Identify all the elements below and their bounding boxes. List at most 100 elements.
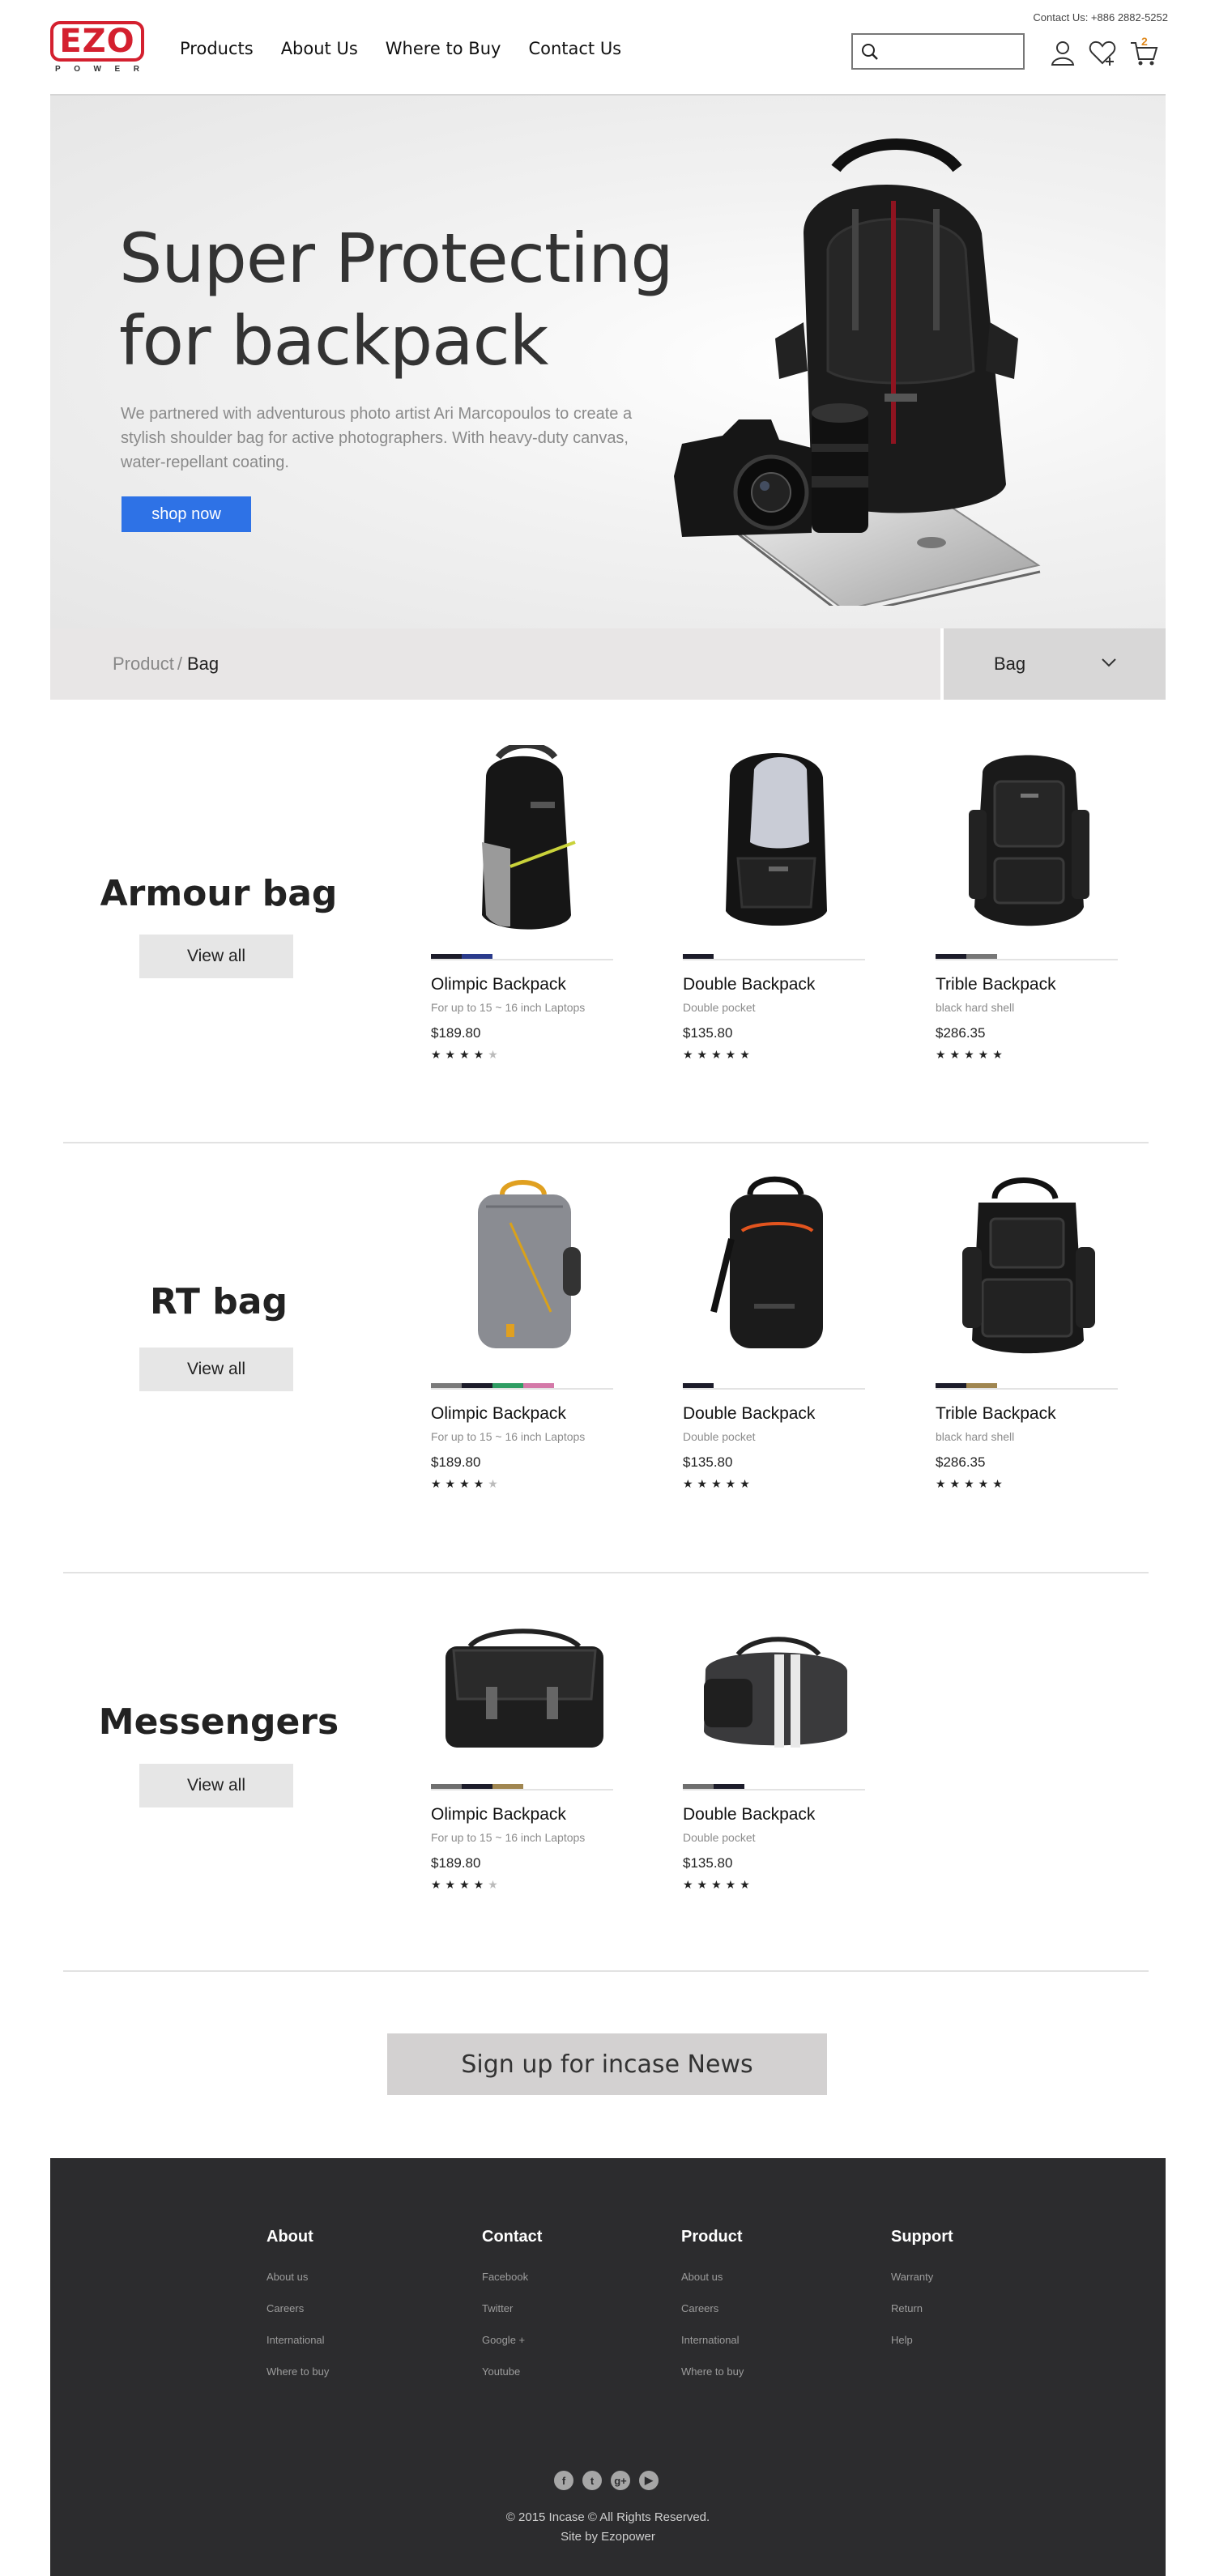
footer-link[interactable]: Help — [891, 2334, 953, 2346]
color-swatch[interactable] — [431, 1784, 462, 1789]
product-subtitle: For up to 15 ~ 16 inch Laptops — [431, 1430, 586, 1443]
copyright-block: © 2015 Incase © All Rights Reserved. Sit… — [50, 2508, 1166, 2547]
color-swatch[interactable] — [523, 1383, 554, 1388]
rating-stars: ★★★★★ — [683, 1878, 754, 1891]
view-all-button[interactable]: View all — [139, 1764, 293, 1807]
product-image[interactable] — [683, 745, 865, 939]
footer-column-title: About — [266, 2228, 313, 2246]
product-name[interactable]: Olimpic Backpack — [431, 1805, 613, 1824]
footer-link[interactable]: International — [266, 2334, 329, 2346]
color-swatch[interactable] — [462, 954, 492, 959]
nav-about-us[interactable]: About Us — [281, 39, 358, 58]
product-name[interactable]: Trible Backpack — [936, 1404, 1118, 1424]
product-image[interactable] — [936, 745, 1118, 939]
color-swatch[interactable] — [936, 1383, 966, 1388]
social-links: f t g+ ▶ — [554, 2471, 659, 2490]
logo-subtitle: P O W E R — [50, 65, 144, 74]
hero-product-image — [674, 138, 1041, 606]
color-swatch[interactable] — [462, 1383, 492, 1388]
cart-count-badge: 2 — [1141, 35, 1148, 48]
newsletter-signup-button[interactable]: Sign up for incase News — [387, 2033, 827, 2095]
product-card[interactable]: Double Backpack Double pocket $135.80 ★★… — [683, 1612, 865, 1892]
color-swatch[interactable] — [966, 954, 997, 959]
cart-button[interactable]: 2 — [1129, 35, 1158, 67]
product-image[interactable] — [683, 1174, 865, 1369]
facebook-icon[interactable]: f — [554, 2471, 573, 2490]
logo-letter: P — [55, 65, 61, 74]
footer-link[interactable]: Careers — [681, 2302, 744, 2314]
color-swatches — [683, 954, 865, 960]
shop-now-button[interactable]: shop now — [122, 496, 251, 532]
rating-stars: ★★★★★ — [936, 1477, 1007, 1490]
color-swatch[interactable] — [966, 1383, 997, 1388]
product-card[interactable]: Trible Backpack black hard shell $286.35… — [936, 1174, 1118, 1491]
footer-link[interactable]: Return — [891, 2302, 953, 2314]
twitter-icon[interactable]: t — [582, 2471, 602, 2490]
color-swatches — [683, 1784, 865, 1790]
footer-link[interactable]: Where to buy — [681, 2365, 744, 2378]
footer-link[interactable]: Twitter — [482, 2302, 542, 2314]
color-swatch[interactable] — [492, 1784, 523, 1789]
color-swatch[interactable] — [936, 954, 966, 959]
breadcrumb: Product / Bag — [50, 628, 940, 700]
color-swatch[interactable] — [431, 1383, 462, 1388]
view-all-button[interactable]: View all — [139, 1348, 293, 1391]
color-swatch[interactable] — [492, 1383, 523, 1388]
youtube-icon[interactable]: ▶ — [639, 2471, 659, 2490]
footer-link[interactable]: Youtube — [482, 2365, 542, 2378]
footer-link[interactable]: About us — [266, 2271, 329, 2283]
brand-logo[interactable]: EZO P O W E R — [50, 21, 144, 76]
view-all-button[interactable]: View all — [139, 935, 293, 978]
rating-stars: ★★★★★ — [431, 1878, 502, 1891]
footer-link[interactable]: Warranty — [891, 2271, 953, 2283]
footer-link[interactable]: Where to buy — [266, 2365, 329, 2378]
user-icon[interactable] — [1048, 38, 1077, 67]
product-card[interactable]: Double Backpack Double pocket $135.80 ★★… — [683, 745, 865, 1062]
color-swatch[interactable] — [714, 1784, 744, 1789]
product-name[interactable]: Olimpic Backpack — [431, 975, 613, 994]
color-swatch[interactable] — [431, 954, 462, 959]
hero-title-line-2: for backpack — [119, 301, 548, 381]
product-subtitle: For up to 15 ~ 16 inch Laptops — [431, 1831, 586, 1844]
product-card[interactable]: Double Backpack Double pocket $135.80 ★★… — [683, 1174, 865, 1491]
product-image[interactable] — [683, 1612, 865, 1769]
product-card[interactable]: Olimpic Backpack For up to 15 ~ 16 inch … — [431, 1612, 613, 1892]
wishlist-icon[interactable] — [1088, 38, 1117, 67]
product-card[interactable]: Olimpic Backpack For up to 15 ~ 16 inch … — [431, 745, 613, 1062]
nav-contact-us[interactable]: Contact Us — [528, 39, 621, 58]
nav-where-to-buy[interactable]: Where to Buy — [386, 39, 501, 58]
site-credit: Site by Ezopower — [561, 2530, 655, 2544]
rating-stars: ★★★★★ — [431, 1048, 502, 1061]
breadcrumb-parent[interactable]: Product — [113, 654, 174, 675]
backpack-image — [481, 745, 576, 930]
product-image[interactable] — [431, 745, 613, 939]
search-input[interactable] — [885, 44, 1015, 59]
product-subtitle: For up to 15 ~ 16 inch Laptops — [431, 1001, 586, 1014]
product-name[interactable]: Olimpic Backpack — [431, 1404, 613, 1424]
google-plus-icon[interactable]: g+ — [611, 2471, 630, 2490]
product-image[interactable] — [431, 1612, 613, 1769]
product-name[interactable]: Double Backpack — [683, 1404, 865, 1424]
footer-link[interactable]: Careers — [266, 2302, 329, 2314]
color-swatch[interactable] — [683, 954, 714, 959]
product-name[interactable]: Trible Backpack — [936, 975, 1118, 994]
product-name[interactable]: Double Backpack — [683, 975, 865, 994]
product-name[interactable]: Double Backpack — [683, 1805, 865, 1824]
nav-products[interactable]: Products — [180, 39, 254, 58]
footer-link[interactable]: International — [681, 2334, 744, 2346]
category-dropdown[interactable]: Bag — [944, 628, 1166, 700]
backpack-image — [961, 1177, 1095, 1354]
color-swatch[interactable] — [462, 1784, 492, 1789]
footer-link[interactable]: About us — [681, 2271, 744, 2283]
footer-link[interactable]: Facebook — [482, 2271, 542, 2283]
product-image[interactable] — [431, 1174, 613, 1369]
color-swatch[interactable] — [683, 1383, 714, 1388]
search-box[interactable] — [851, 33, 1025, 70]
color-swatch[interactable] — [683, 1784, 714, 1789]
footer-link[interactable]: Google + — [482, 2334, 542, 2346]
product-subtitle: Double pocket — [683, 1831, 756, 1844]
product-card[interactable]: Olimpic Backpack For up to 15 ~ 16 inch … — [431, 1174, 613, 1491]
product-card[interactable]: Trible Backpack black hard shell $286.35… — [936, 745, 1118, 1062]
product-image[interactable] — [936, 1174, 1118, 1369]
product-subtitle: black hard shell — [936, 1001, 1015, 1014]
